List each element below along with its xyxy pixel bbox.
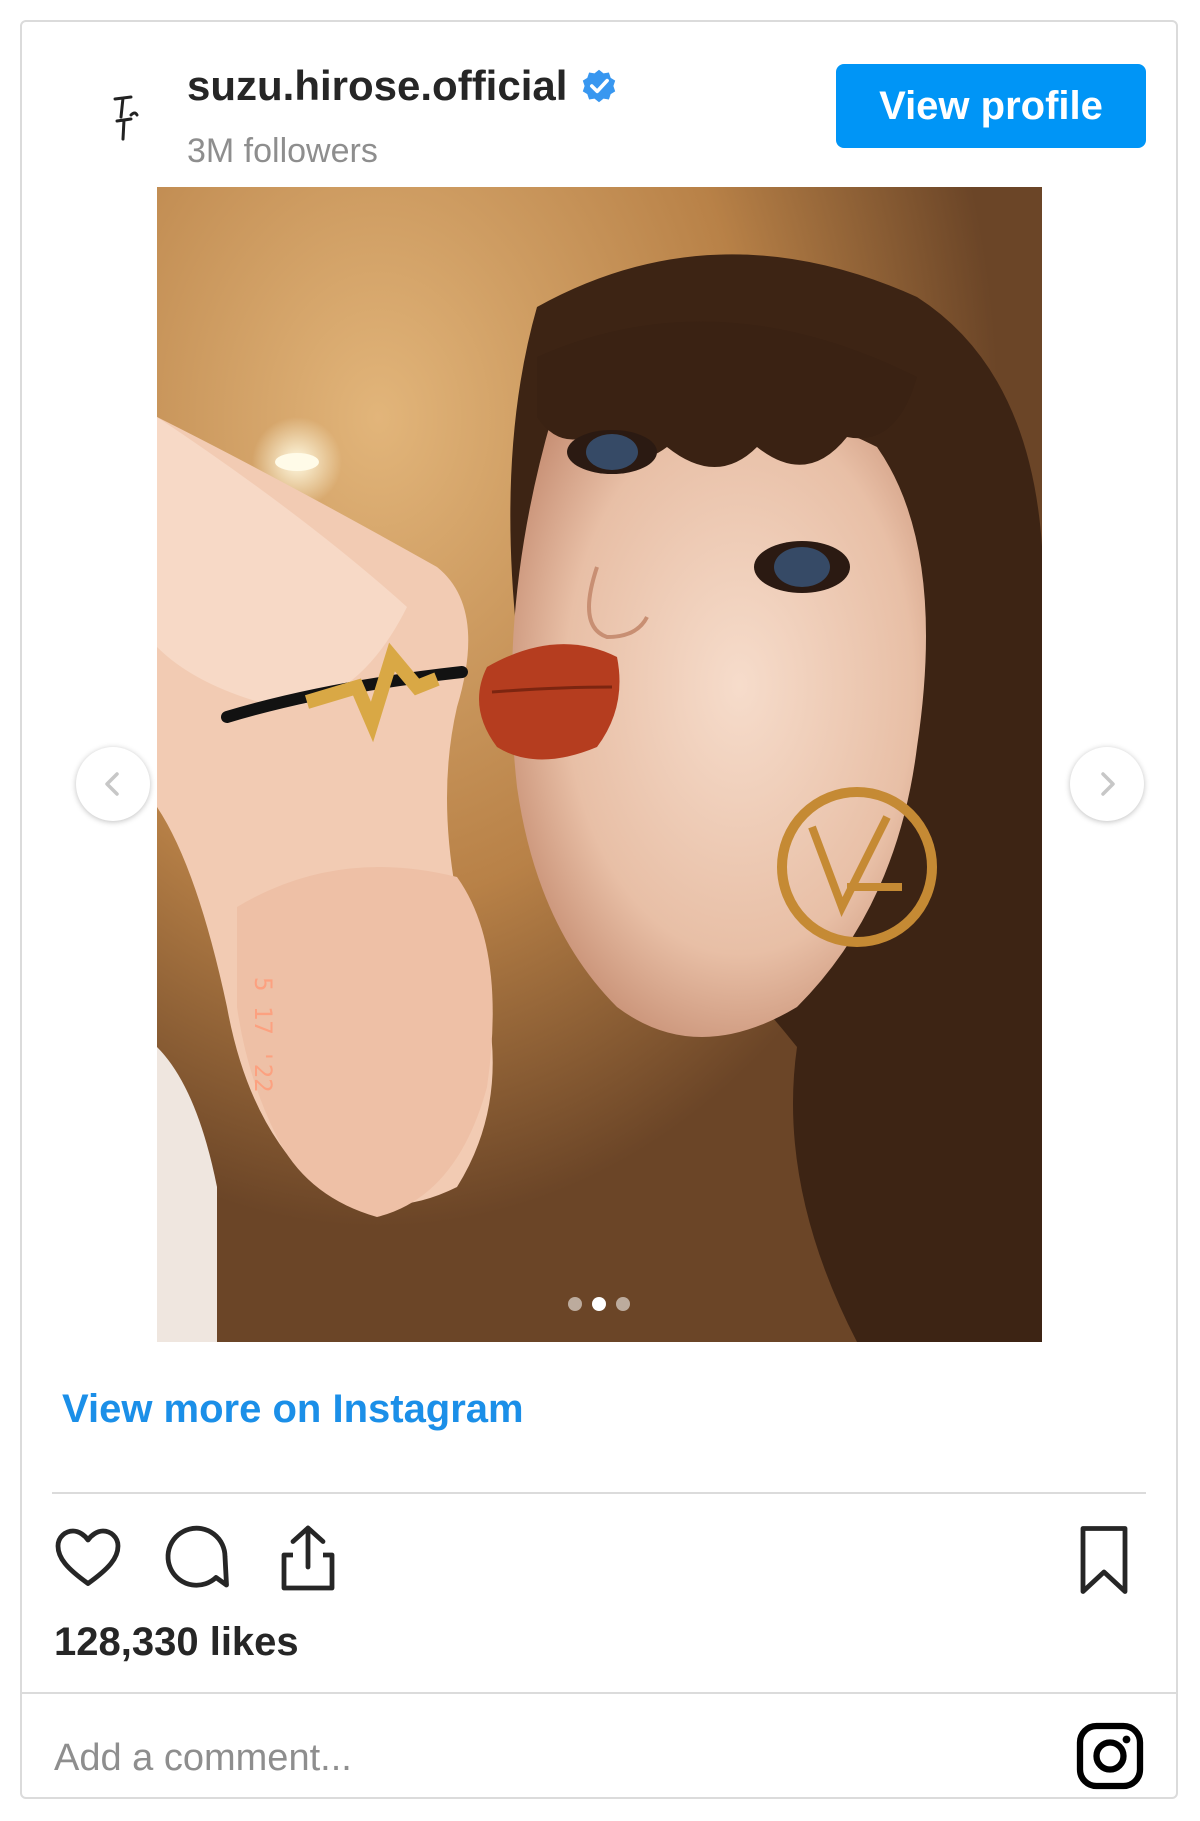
divider: [52, 1492, 1146, 1494]
instagram-logo-icon[interactable]: [1074, 1720, 1146, 1792]
carousel-prev-button[interactable]: [76, 747, 150, 821]
chevron-right-icon: [1101, 772, 1115, 796]
action-bar: [52, 1522, 344, 1594]
chevron-left-icon: [105, 772, 119, 796]
comment-icon[interactable]: [162, 1522, 234, 1594]
post-header: suzu.hirose.official 3M followers View p…: [22, 22, 1176, 172]
instagram-embed-card: suzu.hirose.official 3M followers View p…: [20, 20, 1178, 1799]
heart-icon[interactable]: [52, 1522, 124, 1594]
carousel-dot: [568, 1297, 582, 1311]
username[interactable]: suzu.hirose.official: [187, 62, 567, 110]
carousel-dot-active: [592, 1297, 606, 1311]
view-profile-button[interactable]: View profile: [836, 64, 1146, 148]
comment-input[interactable]: [52, 1722, 956, 1794]
bookmark-icon[interactable]: [1072, 1524, 1136, 1596]
username-row: suzu.hirose.official: [187, 62, 617, 110]
view-more-link[interactable]: View more on Instagram: [62, 1387, 524, 1432]
carousel-next-button[interactable]: [1070, 747, 1144, 821]
carousel-dot: [616, 1297, 630, 1311]
photo-date-overlay: 5 17 '22: [249, 977, 277, 1093]
share-icon[interactable]: [272, 1522, 344, 1594]
carousel-indicator: [22, 1297, 1176, 1311]
verified-badge-icon: [581, 68, 617, 104]
post-photo[interactable]: 5 17 '22: [157, 187, 1042, 1342]
signature-avatar-icon[interactable]: [82, 72, 172, 162]
divider: [22, 1692, 1176, 1694]
like-count[interactable]: 128,330 likes: [54, 1620, 299, 1665]
follower-count: 3M followers: [187, 132, 378, 170]
